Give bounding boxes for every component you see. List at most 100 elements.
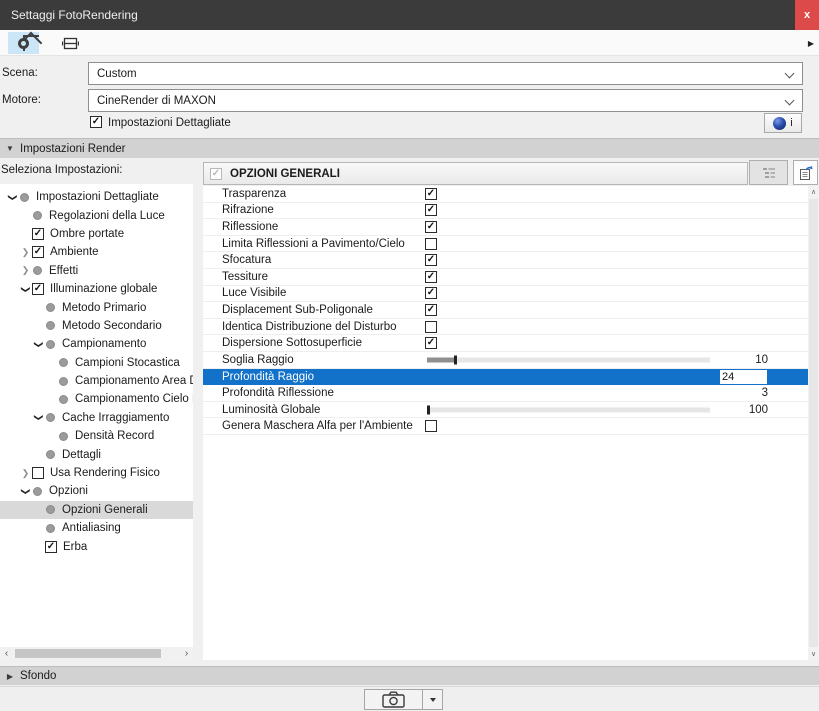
- detailed-settings-checkbox[interactable]: ✓: [90, 116, 102, 128]
- option-label: Trasparenza: [222, 188, 286, 200]
- engine-info-button[interactable]: i: [764, 113, 802, 133]
- bullet-icon: [46, 413, 55, 422]
- option-row-luce-visibile[interactable]: Luce Visibile ✓: [203, 286, 808, 303]
- option-checkbox[interactable]: ✓: [425, 337, 437, 349]
- tree-item-checkbox[interactable]: ✓: [45, 541, 57, 553]
- render-settings-tab-button[interactable]: [8, 32, 39, 54]
- render-section-header[interactable]: ▼ Impostazioni Render: [0, 138, 819, 158]
- toolbar-overflow-button[interactable]: ▶: [805, 37, 817, 49]
- option-checkbox[interactable]: ✓: [425, 221, 437, 233]
- tree-item-checkbox[interactable]: ✓: [32, 283, 44, 295]
- option-row-rifrazione[interactable]: Rifrazione✓: [203, 203, 808, 220]
- collapsed-chevron-icon[interactable]: ❯: [19, 468, 32, 479]
- open-editor-button[interactable]: [793, 160, 818, 185]
- tree-item-campionamento-cielo-disc[interactable]: Campionamento Cielo Disc: [0, 390, 193, 408]
- option-label: Soglia Raggio: [222, 354, 294, 366]
- tree-item-illuminazione-globale[interactable]: ❯✓Illuminazione globale: [0, 280, 193, 298]
- vscroll-thumb[interactable]: [809, 199, 818, 647]
- tree-item-campionamento[interactable]: ❯Campionamento: [0, 335, 193, 353]
- tree-hscrollbar[interactable]: ‹ ›: [0, 647, 193, 660]
- option-row-profondit-raggio[interactable]: Profondità Raggio24: [203, 369, 808, 386]
- tree-item-ambiente[interactable]: ❯✓Ambiente: [0, 243, 193, 261]
- option-checkbox[interactable]: ✓: [425, 304, 437, 316]
- bullet-icon: [46, 303, 55, 312]
- option-slider[interactable]: [427, 357, 710, 362]
- tree-item-ombre-portate[interactable]: ✓ Ombre portate: [0, 225, 193, 243]
- option-checkbox[interactable]: ✓: [425, 204, 437, 216]
- scroll-down-button[interactable]: ∨: [808, 648, 819, 660]
- tree-item-opzioni[interactable]: ❯Opzioni: [0, 482, 193, 500]
- tree-item-metodo-secondario[interactable]: Metodo Secondario: [0, 317, 193, 335]
- scena-label: Scena:: [2, 67, 38, 79]
- option-row-trasparenza[interactable]: Trasparenza ✓: [203, 186, 808, 203]
- option-row-soglia-raggio[interactable]: Soglia Raggio10: [203, 352, 808, 369]
- tree-item-campionamento-area-discr[interactable]: Campionamento Area Discr: [0, 372, 193, 390]
- option-row-sfocatura[interactable]: Sfocatura✓: [203, 252, 808, 269]
- bullet-icon: [59, 358, 68, 367]
- scroll-right-button[interactable]: ›: [180, 647, 193, 660]
- tree-item-effetti[interactable]: ❯Effetti: [0, 262, 193, 280]
- expanded-chevron-icon[interactable]: ❯: [20, 485, 31, 498]
- scroll-left-button[interactable]: ‹: [0, 647, 13, 660]
- motore-value: CineRender di MAXON: [97, 95, 216, 107]
- chevron-down-icon: [785, 96, 795, 106]
- option-checkbox[interactable]: ✓: [425, 271, 437, 283]
- slider-handle[interactable]: [427, 405, 430, 414]
- tree-item-label: Ombre portate: [50, 228, 124, 240]
- scroll-up-button[interactable]: ∧: [808, 186, 819, 198]
- tree-item-erba[interactable]: ✓Erba: [0, 537, 193, 555]
- options-list: Trasparenza✓Rifrazione✓Riflessione✓Limit…: [203, 186, 808, 660]
- tree-item-checkbox[interactable]: [32, 467, 44, 479]
- sfondo-section-header[interactable]: ▶ Sfondo: [0, 666, 819, 685]
- options-vscrollbar[interactable]: ∧ ∨: [808, 186, 819, 660]
- tree-item-cache-irraggiamento[interactable]: ❯Cache Irraggiamento: [0, 409, 193, 427]
- option-row-riflessione[interactable]: Riflessione✓: [203, 219, 808, 236]
- option-slider[interactable]: [427, 407, 710, 412]
- option-checkbox[interactable]: ✓: [425, 188, 437, 200]
- option-label: Luce Visibile: [222, 287, 286, 299]
- option-row-genera-maschera-alfa-per-l-ambiente[interactable]: Genera Maschera Alfa per l'Ambiente: [203, 418, 808, 435]
- bullet-icon: [20, 193, 29, 202]
- tree-item-checkbox[interactable]: ✓: [32, 246, 44, 258]
- camera-dropdown-button[interactable]: [422, 689, 443, 710]
- expanded-chevron-icon[interactable]: ❯: [33, 338, 44, 351]
- option-label: Tessiture: [222, 271, 268, 283]
- tree-item-checkbox[interactable]: ✓: [32, 228, 44, 240]
- scena-select[interactable]: Custom: [88, 62, 803, 85]
- tree-item-densit-record[interactable]: Densità Record: [0, 427, 193, 445]
- split-view-button[interactable]: [55, 32, 86, 54]
- collapsed-chevron-icon[interactable]: ❯: [19, 265, 32, 276]
- tree-item-dettagli[interactable]: Dettagli: [0, 445, 193, 463]
- close-button[interactable]: x: [795, 0, 819, 30]
- tree-item-impostazioni-dettagliate[interactable]: ❯Impostazioni Dettagliate: [0, 188, 193, 206]
- option-row-limita-riflessioni-a-pavimento-cielo[interactable]: Limita Riflessioni a Pavimento/Cielo: [203, 236, 808, 253]
- expanded-chevron-icon[interactable]: ❯: [20, 283, 31, 296]
- option-row-identica-distribuzione-del-disturbo[interactable]: Identica Distribuzione del Disturbo: [203, 319, 808, 336]
- tree-item-usa-rendering-fisico[interactable]: ❯Usa Rendering Fisico: [0, 464, 193, 482]
- titlebar[interactable]: Settaggi FotoRendering x: [0, 0, 819, 30]
- slider-handle[interactable]: [454, 355, 457, 364]
- tree-item-metodo-primario[interactable]: Metodo Primario: [0, 298, 193, 316]
- camera-button[interactable]: [364, 689, 423, 710]
- option-row-tessiture[interactable]: Tessiture ✓: [203, 269, 808, 286]
- tree-item-campioni-stocastica[interactable]: Campioni Stocastica: [0, 354, 193, 372]
- tree-item-antialiasing[interactable]: Antialiasing: [0, 519, 193, 537]
- option-checkbox[interactable]: [425, 420, 437, 432]
- option-row-profondit-riflessione[interactable]: Profondità Riflessione3: [203, 385, 808, 402]
- option-row-luminosit-globale[interactable]: Luminosità Globale100: [203, 402, 808, 419]
- option-checkbox[interactable]: ✓: [425, 287, 437, 299]
- option-checkbox[interactable]: ✓: [425, 254, 437, 266]
- value-editor[interactable]: 24: [720, 370, 767, 384]
- option-checkbox[interactable]: [425, 321, 437, 333]
- expanded-chevron-icon[interactable]: ❯: [33, 411, 44, 424]
- tree-item-regolazioni-della-luce[interactable]: Regolazioni della Luce: [0, 206, 193, 224]
- tree-item-opzioni-generali[interactable]: Opzioni Generali: [0, 501, 193, 519]
- detailed-settings-label: Impostazioni Dettagliate: [108, 117, 231, 129]
- expanded-chevron-icon[interactable]: ❯: [7, 191, 18, 204]
- option-row-dispersione-sottosuperficie[interactable]: Dispersione Sottosuperficie✓: [203, 335, 808, 352]
- collapsed-chevron-icon[interactable]: ❯: [19, 247, 32, 258]
- hscroll-thumb[interactable]: [15, 649, 161, 658]
- motore-select[interactable]: CineRender di MAXON: [88, 89, 803, 112]
- option-row-displacement-sub-poligonale[interactable]: Displacement Sub-Poligonale✓: [203, 302, 808, 319]
- option-checkbox[interactable]: [425, 238, 437, 250]
